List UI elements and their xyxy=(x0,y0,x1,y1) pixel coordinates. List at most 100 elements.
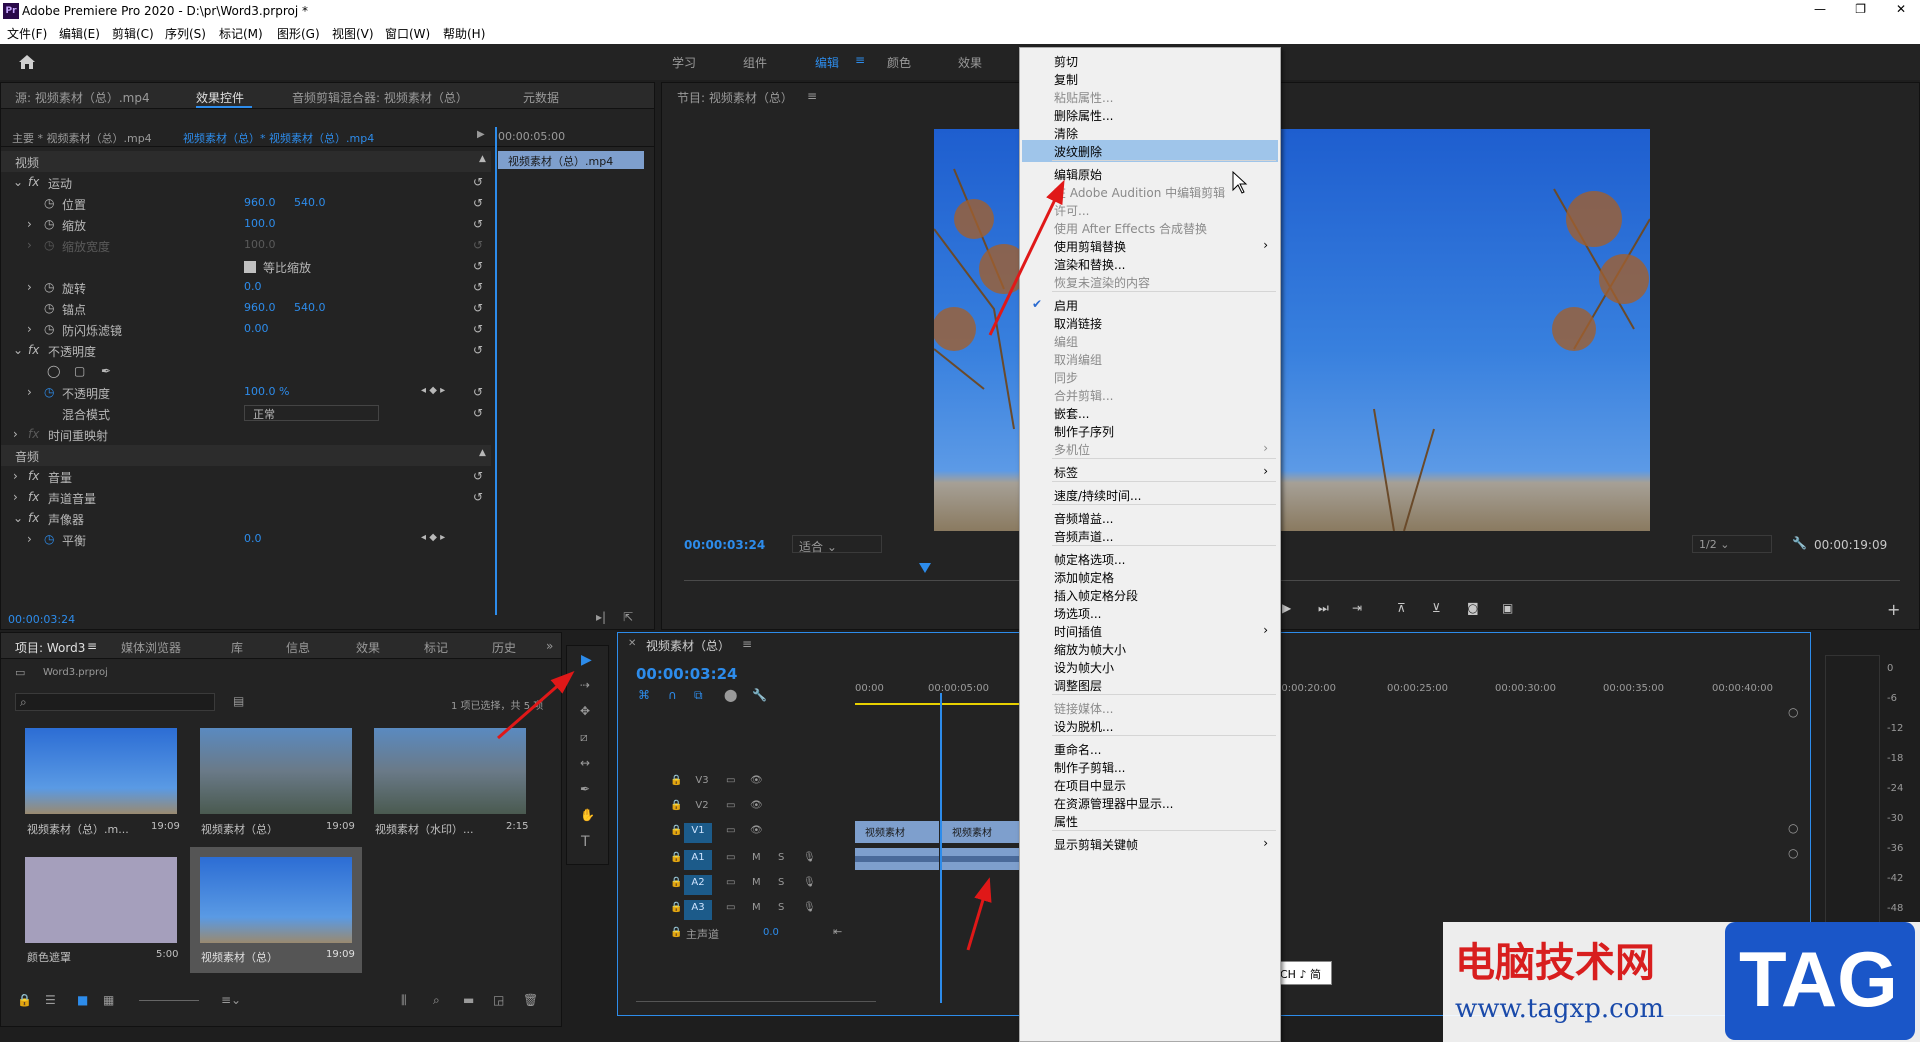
menu-clip[interactable]: 剪辑(C) xyxy=(112,25,154,42)
context-menu-item[interactable]: 标签 › xyxy=(1022,461,1278,483)
settings-icon[interactable]: 🔧 xyxy=(752,688,767,702)
timeline-timecode[interactable]: 00:00:03:24 xyxy=(636,665,738,683)
reset-icon[interactable]: ↺ xyxy=(473,175,483,189)
lock-icon[interactable]: 🔒 xyxy=(670,800,682,811)
program-title[interactable]: 节目: 视频素材（总） xyxy=(677,89,793,106)
balance-value[interactable]: 0.0 xyxy=(244,532,262,545)
lock-icon[interactable]: 🔒 xyxy=(670,902,682,913)
mini-timeline-clip[interactable]: 视频素材（总）.mp4 xyxy=(498,151,644,169)
ripple-edit-icon[interactable]: ✥ xyxy=(580,704,590,718)
reset-icon[interactable]: ↺ xyxy=(473,322,483,336)
tab-media-browser[interactable]: 媒体浏览器 xyxy=(121,639,181,656)
eye-icon[interactable]: 👁 xyxy=(750,775,763,786)
project-item-thumbnail[interactable] xyxy=(25,728,177,814)
workspace-effects[interactable]: 效果 xyxy=(958,54,982,71)
rect-mask-icon[interactable]: ▢ xyxy=(74,364,85,378)
selection-tool-icon[interactable]: ▶ xyxy=(581,652,592,668)
find-icon[interactable]: ⌕ xyxy=(433,993,440,1008)
ime-indicator[interactable]: CH ♪ 简 xyxy=(1275,961,1332,985)
home-icon[interactable] xyxy=(18,54,36,70)
scale-value[interactable]: 100.0 xyxy=(244,217,276,230)
menu-file[interactable]: 文件(F) xyxy=(7,25,47,42)
mic-icon[interactable]: 🎙 xyxy=(803,852,816,863)
razor-icon[interactable]: ⧄ xyxy=(580,730,588,745)
sync-lock-icon[interactable]: ▭ xyxy=(726,852,735,863)
uniform-scale-checkbox[interactable] xyxy=(244,261,256,273)
minimize-button[interactable]: — xyxy=(1814,2,1826,16)
opacity-value[interactable]: 100.0 % xyxy=(244,385,289,398)
scroll-handle-icon[interactable]: ○ xyxy=(1788,705,1798,719)
tab-effect-controls[interactable]: 效果控件 xyxy=(196,89,244,106)
stopwatch-icon[interactable]: ◷ xyxy=(44,322,54,336)
compare-icon[interactable]: ▣ xyxy=(1502,601,1513,615)
list-view-icon[interactable]: ☰ xyxy=(45,993,56,1007)
solo-button[interactable]: S xyxy=(778,852,784,863)
workspace-editing[interactable]: 编辑 xyxy=(815,54,839,71)
mic-icon[interactable]: 🎙 xyxy=(803,902,816,913)
reset-icon[interactable]: ↺ xyxy=(473,406,483,420)
fx-icon[interactable]: fx xyxy=(28,175,39,189)
track-name[interactable]: V1 xyxy=(684,823,712,843)
position-x[interactable]: 960.0 xyxy=(244,196,276,209)
project-item-thumbnail[interactable] xyxy=(200,857,352,943)
track-name[interactable]: A3 xyxy=(684,900,712,920)
tab-libraries[interactable]: 库 xyxy=(231,639,243,656)
reset-icon[interactable]: ↺ xyxy=(473,280,483,294)
context-menu-item[interactable]: 设为脱机... xyxy=(1022,715,1278,737)
maximize-button[interactable]: ❐ xyxy=(1855,2,1866,16)
sync-lock-icon[interactable]: ▭ xyxy=(726,775,735,786)
collapse-icon[interactable]: ▲ xyxy=(479,154,486,164)
stopwatch-icon[interactable]: ◷ xyxy=(44,301,54,315)
close-button[interactable]: ✕ xyxy=(1896,2,1906,16)
track-name[interactable]: A2 xyxy=(684,875,712,895)
project-item-thumbnail[interactable] xyxy=(25,857,177,943)
lock-icon[interactable]: 🔒 xyxy=(670,927,682,938)
pen-mask-icon[interactable]: ✒ xyxy=(101,364,111,378)
context-menu-item[interactable]: 速度/持续时间... xyxy=(1022,484,1278,506)
new-item-icon[interactable]: ◲ xyxy=(493,993,504,1007)
fx-icon[interactable]: fx xyxy=(28,343,39,357)
go-to-out-icon[interactable]: ⇥ xyxy=(1352,601,1362,615)
add-button-icon[interactable]: + xyxy=(1887,600,1900,619)
anchor-x[interactable]: 960.0 xyxy=(244,301,276,314)
tab-history[interactable]: 历史 xyxy=(492,639,516,656)
context-menu-item[interactable]: 调整图层 xyxy=(1022,674,1278,696)
tab-source[interactable]: 源: 视频素材（总）.mp4 xyxy=(15,89,150,106)
bin-icon[interactable]: ▬ xyxy=(463,993,474,1007)
hand-tool-icon[interactable]: ✋ xyxy=(580,808,595,822)
eye-icon[interactable]: 👁 xyxy=(750,800,763,811)
reset-icon[interactable]: ↺ xyxy=(473,301,483,315)
workspace-menu-icon[interactable]: ≡ xyxy=(855,53,865,67)
sort-icon[interactable]: ≡⌄ xyxy=(221,993,241,1007)
go-to-in-icon[interactable]: ⇤ xyxy=(833,925,842,938)
reset-icon[interactable]: ↺ xyxy=(473,259,483,273)
reset-icon[interactable]: ↺ xyxy=(473,490,483,504)
collapse-icon[interactable]: ▲ xyxy=(479,448,486,458)
project-item-thumbnail[interactable] xyxy=(374,728,526,814)
mute-button[interactable]: M xyxy=(752,877,761,888)
solo-button[interactable]: S xyxy=(778,877,784,888)
menu-edit[interactable]: 编辑(E) xyxy=(59,25,100,42)
mute-button[interactable]: M xyxy=(752,852,761,863)
sync-lock-icon[interactable]: ▭ xyxy=(726,800,735,811)
rotation-value[interactable]: 0.0 xyxy=(244,280,262,293)
context-menu-item[interactable]: 音频声道... xyxy=(1022,525,1278,547)
quality-dropdown[interactable]: 1/2 ⌄ xyxy=(1692,535,1772,553)
tab-effects[interactable]: 效果 xyxy=(356,639,380,656)
clip-label[interactable]: 视频素材（总）* 视频素材（总）.mp4 xyxy=(183,130,374,146)
fit-dropdown[interactable]: 适合 ⌄ xyxy=(792,535,882,554)
trash-icon[interactable]: 🗑 xyxy=(523,993,538,1007)
anchor-y[interactable]: 540.0 xyxy=(294,301,326,314)
menu-help[interactable]: 帮助(H) xyxy=(443,25,485,42)
sync-lock-icon[interactable]: ▭ xyxy=(726,902,735,913)
type-tool-icon[interactable]: T xyxy=(581,834,590,850)
ellipse-mask-icon[interactable]: ◯ xyxy=(47,364,60,378)
tab-markers[interactable]: 标记 xyxy=(424,639,448,656)
camera-icon[interactable]: ◙ xyxy=(1467,601,1479,615)
stopwatch-icon[interactable]: ◷ xyxy=(44,385,54,399)
menu-window[interactable]: 窗口(W) xyxy=(385,25,430,42)
reset-icon[interactable]: ↺ xyxy=(473,196,483,210)
video-clip[interactable]: 视频素材 xyxy=(855,821,939,843)
wrench-icon[interactable]: 🔧 xyxy=(1792,536,1807,550)
position-y[interactable]: 540.0 xyxy=(294,196,326,209)
